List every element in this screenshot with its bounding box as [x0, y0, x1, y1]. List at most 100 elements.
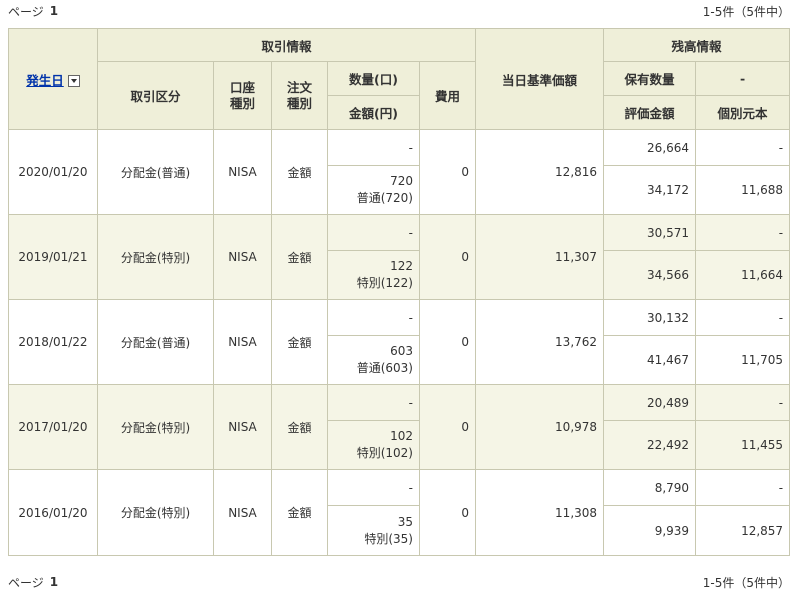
trade-type-header: 取引区分: [97, 61, 214, 130]
valuation-cell: 22,492: [603, 420, 697, 470]
order-type-cell: 金額: [271, 214, 328, 300]
trade-info-header: 取引情報: [96, 28, 477, 62]
account-type-cell: NISA: [213, 469, 272, 556]
trade-type-cell: 分配金(普通): [97, 129, 214, 215]
date-cell: 2018/01/22: [8, 299, 98, 385]
amount-value: 122: [390, 259, 413, 273]
quantity-cell: -: [327, 469, 420, 506]
amount-value: 35: [397, 514, 413, 529]
account-type-cell: NISA: [213, 299, 272, 385]
date-sort-link[interactable]: 発生日: [26, 73, 64, 88]
holding-qty-cell: 8,790: [603, 469, 697, 506]
transaction-table: 発生日 取引情報 当日基準価額 残高情報 取引区分 口座 種別 注文 種別 数量(口…: [8, 28, 791, 556]
amount-value: 102: [390, 429, 413, 443]
order-type-cell: 金額: [271, 469, 328, 556]
holding-qty-cell: 20,489: [603, 384, 697, 421]
principal-cell: 11,664: [695, 250, 791, 300]
holding-qty-cell: 30,571: [603, 214, 697, 251]
date-cell: 2016/01/20: [8, 469, 98, 556]
amount-cell: 102 特別(102): [327, 420, 420, 470]
fee-cell: 0: [418, 384, 477, 470]
holding-sub-cell: -: [695, 214, 791, 251]
amount-cell: 35 特別(35): [327, 505, 420, 556]
quantity-cell: -: [327, 384, 420, 421]
order-type-cell: 金額: [271, 299, 328, 385]
amount-cell: 720 普通(720): [327, 165, 420, 215]
order-type-header: 注文 種別: [271, 61, 328, 130]
table-row: 2018/01/22 分配金(普通) NISA 金額 -0 13,762 30,132-: [8, 299, 791, 385]
page-label: ページ: [8, 575, 44, 590]
principal-cell: 11,455: [695, 420, 791, 470]
valuation-cell: 34,172: [603, 165, 697, 215]
holding-qty-header: 保有数量: [603, 61, 697, 96]
date-cell: 2020/01/20: [8, 129, 98, 215]
date-cell: 2019/01/21: [8, 214, 98, 300]
base-price-cell: 10,978: [475, 384, 605, 470]
account-type-cell: NISA: [213, 129, 272, 215]
quantity-cell: -: [327, 299, 420, 336]
holding-sub-cell: -: [695, 384, 791, 421]
table-row: 2017/01/20 分配金(特別) NISA 金額 -0 10,978 20,489-: [8, 384, 791, 470]
trade-type-cell: 分配金(普通): [97, 299, 214, 385]
amount-note: 普通(603): [356, 361, 413, 375]
valuation-cell: 34,566: [603, 250, 697, 300]
trade-type-cell: 分配金(特別): [97, 214, 214, 300]
balance-info-header: 残高情報: [603, 28, 791, 62]
fee-cell: 0: [418, 469, 477, 556]
amount-note: 特別(122): [356, 276, 413, 290]
principal-cell: 11,688: [695, 165, 791, 215]
fee-cell: 0: [418, 129, 477, 215]
holding-sub-cell: -: [695, 469, 791, 506]
amount-note: 普通(720): [356, 191, 413, 205]
result-count: 1-5件（5件中）: [702, 4, 790, 19]
holding-sub-cell: -: [695, 299, 791, 336]
date-cell: 2017/01/20: [8, 384, 98, 470]
page-number[interactable]: 1: [50, 4, 58, 18]
amount-header: 金額(円): [327, 95, 420, 130]
amount-value: 603: [390, 344, 413, 358]
table-row: 2020/01/20 分配金(普通) NISA 金額 -0 12,816 26,664-: [8, 129, 791, 215]
amount-cell: 122 特別(122): [327, 250, 420, 300]
base-price-cell: 13,762: [475, 299, 605, 385]
holding-qty-cell: 30,132: [603, 299, 697, 336]
quantity-cell: -: [327, 129, 420, 166]
amount-value: 720: [390, 174, 413, 188]
sort-dropdown-icon[interactable]: [67, 75, 80, 87]
result-count: 1-5件（5件中）: [702, 575, 790, 590]
table-row: 2016/01/20 分配金(特別) NISA 金額 -0 11,308 8,790-: [8, 469, 791, 556]
holding-qty-cell: 26,664: [603, 129, 697, 166]
holding-sub-cell: -: [695, 129, 791, 166]
order-type-cell: 金額: [271, 384, 328, 470]
trade-type-cell: 分配金(特別): [97, 469, 214, 556]
valuation-cell: 9,939: [603, 505, 697, 556]
pager-bottom: ページ 1 1-5件（5件中）: [8, 571, 790, 593]
date-sort-header[interactable]: 発生日: [8, 28, 98, 130]
holding-dash-header: -: [695, 61, 791, 96]
base-price-cell: 11,308: [475, 469, 605, 556]
fee-cell: 0: [418, 214, 477, 300]
amount-cell: 603 普通(603): [327, 335, 420, 385]
account-type-cell: NISA: [213, 384, 272, 470]
quantity-cell: -: [327, 214, 420, 251]
valuation-cell: 41,467: [603, 335, 697, 385]
fee-cell: 0: [418, 299, 477, 385]
page-number[interactable]: 1: [50, 575, 58, 589]
trade-type-cell: 分配金(特別): [97, 384, 214, 470]
base-price-cell: 12,816: [475, 129, 605, 215]
order-type-cell: 金額: [271, 129, 328, 215]
fee-header: 費用: [418, 61, 477, 130]
amount-note: 特別(35): [364, 531, 413, 546]
base-price-header: 当日基準価額: [475, 28, 605, 130]
base-price-cell: 11,307: [475, 214, 605, 300]
amount-note: 特別(102): [356, 446, 413, 460]
principal-cell: 12,857: [695, 505, 791, 556]
table-row: 2019/01/21 分配金(特別) NISA 金額 -0 11,307 30,571-: [8, 214, 791, 300]
pager-top: ページ 1 1-5件（5件中）: [8, 0, 790, 22]
page-label: ページ: [8, 4, 44, 19]
quantity-header: 数量(口): [327, 61, 420, 96]
principal-cell: 11,705: [695, 335, 791, 385]
valuation-header: 評価金額: [603, 95, 697, 130]
principal-header: 個別元本: [695, 95, 791, 130]
account-type-cell: NISA: [213, 214, 272, 300]
account-type-header: 口座 種別: [213, 61, 272, 130]
